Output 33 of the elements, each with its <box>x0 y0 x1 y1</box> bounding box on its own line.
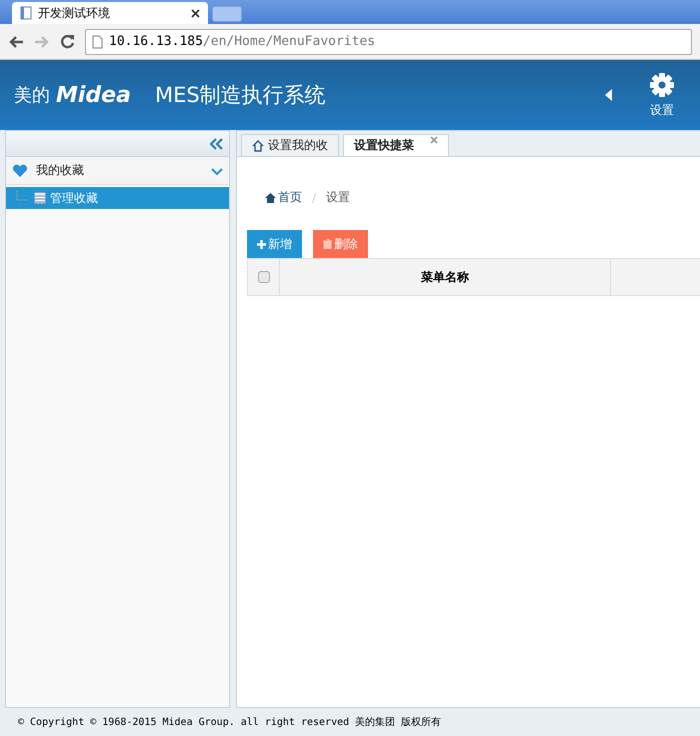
settings-label[interactable]: 设置 <box>650 102 674 118</box>
page-icon <box>92 34 103 48</box>
home-icon <box>265 192 276 202</box>
copyright-text: © Copyright © 1968-2015 Midea Group. all right reserved 美的集团 版权所有 <box>17 716 442 730</box>
brand-text: 美的 <box>14 84 50 107</box>
home-icon <box>252 140 264 152</box>
breadcrumb-link[interactable]: 设置 <box>326 189 350 206</box>
app-title: MES制造执行系统 <box>154 82 327 109</box>
item-label: 管理收藏 <box>50 190 98 206</box>
collapse-icon[interactable] <box>210 138 223 150</box>
address-bar[interactable]: 10.16.13.185/en/Home/MenuFavorites <box>85 28 692 54</box>
trash-icon <box>323 239 332 249</box>
back-icon[interactable] <box>8 34 24 48</box>
chevron-icon[interactable] <box>211 166 223 176</box>
table-icon <box>34 192 46 204</box>
column-header: 菜单名称 <box>280 259 611 295</box>
browser-tab[interactable]: 开发测试环境 <box>12 2 208 24</box>
page-tab[interactable]: 设置我的收 <box>241 134 339 156</box>
group-label: 我的收藏 <box>36 162 85 179</box>
close-icon[interactable] <box>191 8 200 18</box>
collapse-arrow-icon[interactable] <box>605 89 612 101</box>
select-all-checkbox[interactable] <box>258 271 270 283</box>
breadcrumb-link[interactable]: 首页 <box>278 189 302 206</box>
sidebar-group[interactable]: 我的收藏 <box>6 157 229 185</box>
tab-title: 开发测试环境 <box>38 4 111 22</box>
document-icon <box>20 6 32 20</box>
page-tab[interactable]: 设置快捷菜 <box>343 134 449 156</box>
url-text: 10.16.13.185/en/Home/MenuFavorites <box>109 34 376 49</box>
breadcrumb-separator: / <box>312 190 316 204</box>
logo-text: Midea <box>56 82 131 108</box>
reload-icon[interactable] <box>60 34 75 49</box>
heart-icon <box>12 164 28 178</box>
plus-icon <box>257 240 266 248</box>
